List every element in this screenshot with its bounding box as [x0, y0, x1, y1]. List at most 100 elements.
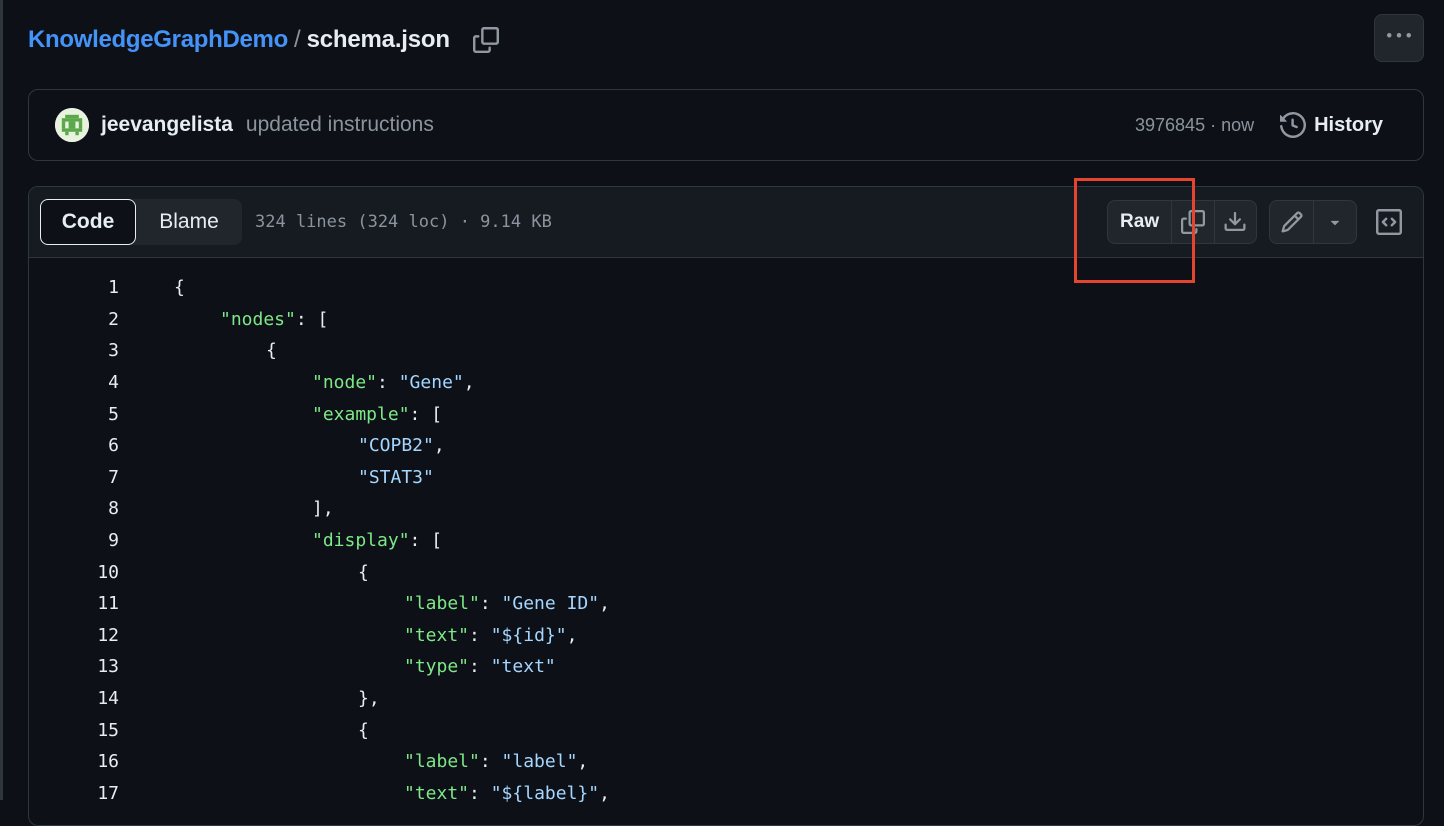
line-number[interactable]: 9 [29, 530, 119, 551]
line-number[interactable]: 13 [29, 656, 119, 677]
page-left-border [0, 0, 3, 800]
json-punctuation: { [358, 561, 369, 583]
json-key: "text" [404, 782, 470, 804]
line-content: "text": "${label}", [174, 783, 610, 804]
line-number[interactable]: 3 [29, 340, 119, 361]
json-string: "${label}" [490, 782, 600, 804]
triangle-down-icon [1331, 220, 1340, 226]
line-number[interactable]: 11 [29, 593, 119, 614]
history-icon [1280, 112, 1307, 138]
code-line: 4 "node": "Gene", [29, 367, 1423, 399]
line-number[interactable]: 1 [29, 277, 119, 298]
kebab-horizontal-icon [1387, 24, 1411, 53]
json-key: "text" [404, 624, 470, 646]
line-number[interactable]: 6 [29, 435, 119, 456]
download-icon [1224, 211, 1246, 231]
code-view[interactable]: 1{2 "nodes": [3{4 "node": "Gene", 5 "example… [29, 258, 1423, 809]
commit-sha-time[interactable]: 3976845 · now [1135, 115, 1254, 136]
copy-icon[interactable] [472, 26, 500, 54]
commit-author[interactable]: jeevangelista [101, 113, 233, 137]
annotation-highlight-box [1074, 178, 1195, 283]
json-key: "label" [404, 593, 480, 615]
file-header: Code Blame 324 lines (324 loc) · 9.14 KB… [29, 187, 1423, 258]
json-punctuation: : [ [409, 530, 443, 552]
line-number[interactable]: 10 [29, 562, 119, 583]
json-string: "${id}" [490, 624, 567, 646]
json-punctuation: , [566, 624, 578, 646]
code-line: 11 "label": "Gene ID", [29, 588, 1423, 620]
edit-dropdown-button[interactable] [1313, 201, 1356, 243]
code-square-icon [1376, 209, 1402, 235]
history-button[interactable]: History [1280, 112, 1383, 138]
json-key: "label" [404, 751, 480, 773]
line-number[interactable]: 4 [29, 372, 119, 393]
breadcrumb: KnowledgeGraphDemo / schema.json [28, 22, 500, 58]
repo-link[interactable]: KnowledgeGraphDemo [28, 26, 288, 54]
line-number[interactable]: 5 [29, 404, 119, 425]
json-punctuation: { [358, 719, 369, 741]
line-number[interactable]: 15 [29, 720, 119, 741]
line-content: }, [174, 688, 380, 709]
code-line: 7 "STAT3" [29, 462, 1423, 494]
line-number[interactable]: 2 [29, 309, 119, 330]
json-punctuation: , [463, 372, 475, 394]
pencil-icon [1281, 211, 1303, 233]
more-options-button[interactable] [1374, 14, 1424, 62]
code-line: 8], [29, 493, 1423, 525]
code-line: 13 "type": "text" [29, 651, 1423, 683]
history-label: History [1314, 113, 1383, 136]
json-punctuation: : [ [409, 403, 443, 425]
line-content: "text": "${id}", [174, 625, 577, 646]
line-content: { [174, 340, 277, 361]
json-punctuation: , [433, 435, 445, 457]
code-line: 3{ [29, 335, 1423, 367]
json-punctuation: : [479, 593, 502, 615]
code-line: 17 "text": "${label}", [29, 778, 1423, 810]
json-key: "display" [312, 530, 410, 552]
json-punctuation: , [577, 751, 589, 773]
json-punctuation: : [377, 372, 399, 394]
edit-button[interactable] [1270, 201, 1313, 243]
json-punctuation: }, [358, 688, 380, 710]
line-content: ], [174, 498, 334, 519]
code-line: 10 { [29, 556, 1423, 588]
edit-actions-group [1269, 200, 1357, 244]
json-string: "text" [490, 656, 556, 678]
line-content: { [174, 277, 185, 298]
json-punctuation: : [469, 656, 491, 678]
download-button[interactable] [1213, 201, 1256, 243]
line-content: "nodes": [ [174, 309, 328, 330]
tab-code[interactable]: Code [40, 199, 136, 245]
json-string: "Gene" [398, 372, 464, 394]
latest-commit-bar: jeevangelista updated instructions 39768… [28, 89, 1424, 161]
code-line: 12 "text": "${id}", [29, 620, 1423, 652]
tab-blame[interactable]: Blame [136, 199, 242, 245]
json-key: "example" [312, 403, 410, 425]
breadcrumb-separator: / [293, 26, 301, 53]
json-string: "Gene ID" [501, 593, 600, 615]
json-punctuation: ], [312, 498, 334, 520]
file-viewer: Code Blame 324 lines (324 loc) · 9.14 KB… [28, 186, 1424, 826]
code-line: 9 "display": [ [29, 525, 1423, 557]
line-content: "STAT3" [174, 467, 434, 488]
code-line: 5 "example": [ [29, 398, 1423, 430]
file-name: schema.json [306, 26, 450, 53]
line-content: { [174, 720, 369, 741]
avatar[interactable] [55, 108, 89, 142]
line-number[interactable]: 8 [29, 498, 119, 519]
json-punctuation: : [ [295, 308, 329, 330]
json-punctuation: : [479, 751, 502, 773]
symbols-panel-button[interactable] [1369, 200, 1409, 244]
file-info: 324 lines (324 loc) · 9.14 KB [255, 212, 552, 232]
json-string: "COPB2" [358, 435, 434, 457]
line-number[interactable]: 12 [29, 625, 119, 646]
line-number[interactable]: 16 [29, 751, 119, 772]
code-line: 16 "label": "label", [29, 746, 1423, 778]
line-number[interactable]: 17 [29, 783, 119, 804]
line-number[interactable]: 14 [29, 688, 119, 709]
commit-message[interactable]: updated instructions [246, 113, 434, 137]
line-number[interactable]: 7 [29, 467, 119, 488]
code-line: 14}, [29, 683, 1423, 715]
line-content: { [174, 562, 369, 583]
json-punctuation: { [174, 277, 185, 299]
